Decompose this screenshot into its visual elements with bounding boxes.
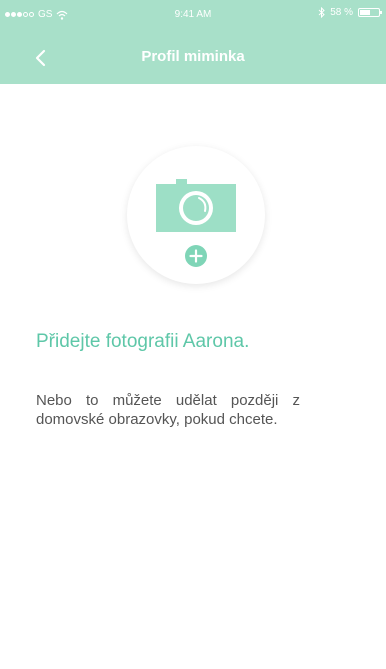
battery-level-fill [360,10,371,15]
add-photo-heading: Přidejte fotografii Aarona. [36,331,250,352]
header-bar: GS 9:41 AM 58 % Profil miminka [0,0,386,84]
status-right: 58 % [318,7,382,18]
bluetooth-icon [318,7,325,18]
add-photo-description: Nebo to můžete udělat později z domovské… [36,392,300,428]
navigation-bar: Profil miminka [0,32,386,84]
plus-circle-icon [185,245,207,267]
page-title: Profil miminka [141,48,245,65]
battery-icon [358,8,382,17]
camera-icon [156,179,236,232]
status-bar: GS 9:41 AM 58 % [0,0,386,32]
battery-percent: 58 % [330,7,353,18]
add-photo-button[interactable] [127,146,265,284]
